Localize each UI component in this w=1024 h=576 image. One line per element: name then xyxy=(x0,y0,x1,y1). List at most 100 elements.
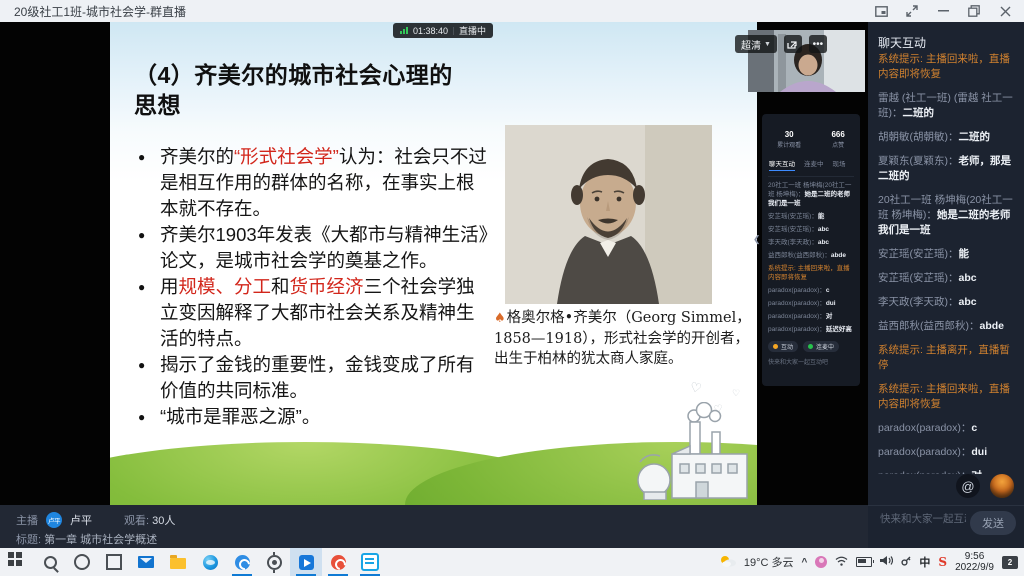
chat-message: paradox(paradox)：延迟好高 xyxy=(768,325,854,334)
chat-username: 安芷瑶(安芷瑶)： xyxy=(878,272,959,284)
bullet-dot-icon: ● xyxy=(138,274,160,352)
screen-record-app-icon[interactable] xyxy=(322,548,354,576)
meeting-app-icon-glyph xyxy=(235,555,250,570)
chat-message-list[interactable]: 系统提示: 主播回来啦，直播内容即将恢复雷越 (社工一班) (雷越 社工一班)：… xyxy=(878,52,1018,474)
live-class-app-icon-glyph xyxy=(299,555,314,570)
mail-app-icon[interactable] xyxy=(130,548,162,576)
bullet-dot-icon: ● xyxy=(138,352,160,404)
quality-selector[interactable]: 超清▼ xyxy=(735,35,777,53)
chat-message: 20社工一班 杨坤梅(20社工一班 杨坤梅)：她是二班的老师 我们是一班 xyxy=(768,181,854,208)
send-button[interactable]: 发送 xyxy=(970,511,1016,535)
chat-text: abde xyxy=(831,252,846,259)
close-button[interactable] xyxy=(998,4,1012,18)
docs-app-icon[interactable] xyxy=(354,548,386,576)
stream-info-bar: 主播 卢平 卢平 观看: 30人 标题: 第一章 城市社会学概述 xyxy=(0,505,868,548)
file-explorer-icon[interactable] xyxy=(162,548,194,576)
chat-text: 能 xyxy=(959,248,970,260)
live-time: 01:38:40 xyxy=(413,26,448,36)
chat-text: dui xyxy=(971,446,987,458)
slide-bullet: ●揭示了金钱的重要性，金钱变成了所有价值的共同标准。 xyxy=(138,352,494,404)
volume-icon[interactable] xyxy=(880,555,893,569)
minimize-button[interactable] xyxy=(936,4,950,18)
battery-icon[interactable] xyxy=(856,557,872,567)
chat-message: 系统提示: 主播回来啦，直播内容即将恢复 xyxy=(878,382,1018,412)
chat-text: abc xyxy=(959,272,977,284)
chat-username: paradox(paradox)： xyxy=(768,313,826,320)
tray-time: 9:56 xyxy=(955,551,994,563)
chat-username: 安芷瑶(安芷瑶)： xyxy=(768,226,818,233)
notification-icon[interactable]: 2 xyxy=(1002,556,1018,569)
phone-tab[interactable]: 现场 xyxy=(833,158,846,171)
host-avatar[interactable]: 卢平 xyxy=(46,512,62,528)
search-button[interactable] xyxy=(34,548,66,576)
user-icon[interactable] xyxy=(815,556,827,568)
sogou-icon[interactable]: S xyxy=(938,555,947,569)
search-button-glyph xyxy=(44,556,57,569)
more-options-button[interactable]: ••• xyxy=(809,35,827,53)
task-view-button[interactable] xyxy=(98,548,130,576)
chat-message: paradox(paradox)：对 xyxy=(768,312,854,321)
player-controls: 超清▼ ••• xyxy=(735,35,827,53)
phone-action-button[interactable]: 连麦中 xyxy=(803,341,839,352)
chat-username: paradox(paradox)： xyxy=(768,287,826,294)
meeting-app-icon[interactable] xyxy=(226,548,258,576)
screen-record-app-icon-glyph xyxy=(331,555,346,570)
notification-badge: 2 xyxy=(1008,558,1012,567)
slide-bullet: ●齐美尔的“形式社会学”认为：社会只不过是相互作用的群体的名称，在事实上根本就不… xyxy=(138,144,494,222)
chat-username: paradox(paradox)： xyxy=(768,326,826,333)
slide-bullet: ●用规模、分工和货币经济三个社会学独立变因解释了大都市社会关系及精神生活的特点。 xyxy=(138,274,494,352)
chat-input[interactable] xyxy=(878,512,968,526)
status-dot-icon xyxy=(808,344,813,349)
chat-text: abc xyxy=(818,226,829,233)
chat-message: 益西郎秋(益西郎秋)：abde xyxy=(878,319,1018,334)
settings-app-icon-glyph xyxy=(267,555,282,570)
chat-panel: 聊天互动 系统提示: 主播回来啦，直播内容即将恢复雷越 (社工一班) (雷越 社… xyxy=(868,22,1024,548)
chat-text: abde xyxy=(980,320,1005,332)
hidden-icons-chevron[interactable]: ^ xyxy=(802,557,808,568)
simmel-portrait xyxy=(505,125,712,304)
phone-action-button[interactable]: 互动 xyxy=(768,341,798,352)
wifi-icon[interactable] xyxy=(835,556,848,569)
slide-bullet: ●齐美尔1903年发表《大都市与精神生活》论文，是城市社会学的奠基之作。 xyxy=(138,222,494,274)
phone-tab[interactable]: 聊天互动 xyxy=(769,158,795,171)
heart-doodle-icon: ♡ xyxy=(688,379,703,397)
fullscreen-icon[interactable] xyxy=(905,4,919,18)
chat-username: 李天政(李天政)： xyxy=(768,239,818,246)
phone-stats: 30累计观看666点赞 xyxy=(762,130,860,149)
streamer-avatar[interactable] xyxy=(990,474,1014,498)
chat-username: 李天政(李天政)： xyxy=(878,296,959,308)
edge-browser-icon[interactable] xyxy=(194,548,226,576)
stream-title-label: 标题: xyxy=(16,534,41,546)
chat-message: paradox(paradox)：dui xyxy=(768,299,854,308)
clock[interactable]: 9:56 2022/9/9 xyxy=(955,551,994,574)
chat-message: 胡朝敏(胡朝敏)：二班的 xyxy=(878,130,1018,145)
chat-message: 益西郎秋(益西郎秋)：abde xyxy=(768,251,854,260)
phone-tab[interactable]: 连麦中 xyxy=(804,158,824,171)
phone-chat-input[interactable]: 快来和大家一起互动吧 xyxy=(768,357,854,366)
maximize-button[interactable] xyxy=(967,4,981,18)
ime-zh-indicator[interactable]: 中 xyxy=(919,554,930,570)
swirl-icon[interactable]: @ xyxy=(956,474,980,498)
chat-username: paradox(paradox)： xyxy=(768,300,826,307)
input-tool-icon[interactable] xyxy=(901,555,911,569)
chat-username: 胡朝敏(胡朝敏)： xyxy=(878,131,959,143)
chat-username: paradox(paradox)： xyxy=(878,446,971,458)
signal-icon xyxy=(400,27,408,34)
system-tray: 19°C 多云 ^ 中 S 9:56 2022/9/9 2 xyxy=(720,548,1018,576)
presentation-slide: （4）齐美尔的城市社会心理的思想 ●齐美尔的“形式社会学”认为：社会只不过是相互… xyxy=(110,22,757,505)
app-window: 20级社工1班-城市社会学-群直播 01:38:40 直 xyxy=(0,0,1024,576)
settings-app-icon[interactable] xyxy=(258,548,290,576)
viewers-label: 观看: xyxy=(124,515,149,527)
share-button[interactable] xyxy=(784,35,802,53)
phone-tabs: 聊天互动连麦中现场 xyxy=(769,158,860,171)
live-class-app-icon[interactable] xyxy=(290,548,322,576)
cortana-button[interactable] xyxy=(66,548,98,576)
windows-taskbar: 19°C 多云 ^ 中 S 9:56 2022/9/9 2 xyxy=(0,548,1024,576)
chat-message: 雷越 (社工一班) (雷越 社工一班)：二班的 xyxy=(878,91,1018,121)
phone-stat: 30累计观看 xyxy=(777,130,801,149)
weather-icon[interactable] xyxy=(720,555,736,570)
weather-text[interactable]: 19°C 多云 xyxy=(744,554,794,570)
start-button[interactable] xyxy=(2,548,34,576)
phone-collapse-handle[interactable]: ❮ xyxy=(753,234,761,245)
settings-panel-icon[interactable] xyxy=(874,4,888,18)
